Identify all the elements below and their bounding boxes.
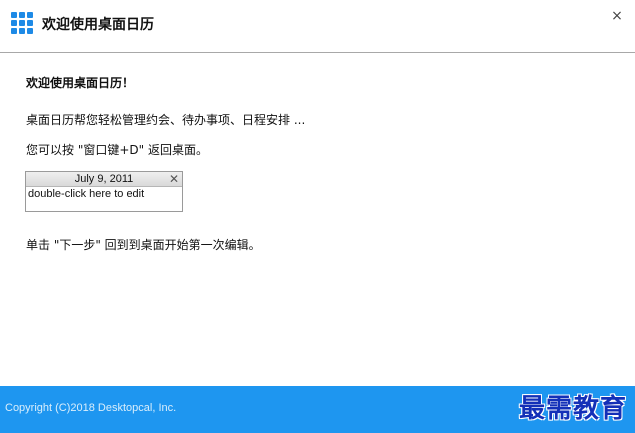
shortcut-hint: 您可以按 "窗口键+D" 返回桌面。 [26,143,208,157]
copyright-text: Copyright (C)2018 Desktopcal, Inc. [5,402,177,414]
window-title: 欢迎使用桌面日历 [42,17,154,33]
note-edit-area[interactable]: double-click here to edit [26,187,182,201]
footer-bar: Copyright (C)2018 Desktopcal, Inc. 最需教育 [0,386,635,433]
next-step-hint: 单击 "下一步" 回到到桌面开始第一次编辑。 [26,238,261,252]
sample-calendar-note[interactable]: July 9, 2011 ✕ double-click here to edit [25,171,183,212]
note-close-icon[interactable]: ✕ [169,172,179,186]
title-bar: 欢迎使用桌面日历 × [0,0,635,53]
close-icon[interactable]: × [609,8,625,24]
description-line: 桌面日历帮您轻松管理约会、待办事项、日程安排 ... [26,113,306,127]
welcome-heading: 欢迎使用桌面日历！ [26,76,135,90]
app-logo-icon [11,12,33,34]
note-header: July 9, 2011 ✕ [26,172,182,187]
note-date: July 9, 2011 [74,173,134,185]
watermark-logo: 最需教育 [518,394,627,424]
